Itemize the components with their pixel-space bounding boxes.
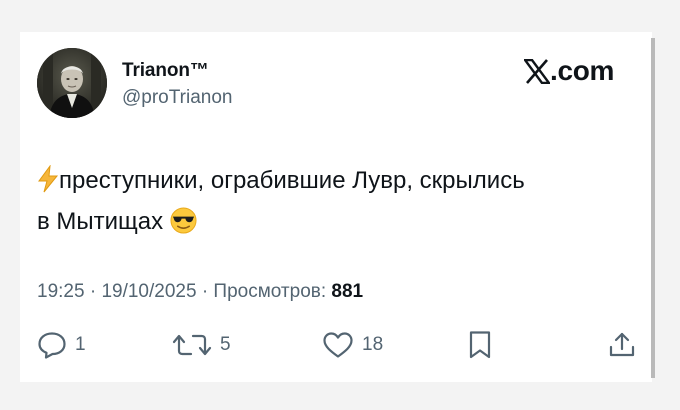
author-handle[interactable]: @proTrianon <box>122 87 232 109</box>
share-icon <box>609 332 635 357</box>
views-label: Просмотров: <box>213 281 327 302</box>
source-domain: .com <box>550 55 615 86</box>
scrollbar[interactable] <box>651 38 655 378</box>
source-logo[interactable]: .com <box>524 56 614 86</box>
tweet-text: преступники, ограбившие Лувр, скрылись в… <box>37 163 637 245</box>
heart-icon <box>323 332 353 358</box>
tweet-meta: 19:25 · 19/10/2025 · Просмотров: 881 <box>37 281 363 303</box>
tweet-date[interactable]: 19/10/2025 <box>101 281 196 302</box>
bookmark-button[interactable] <box>467 331 493 359</box>
share-button[interactable] <box>608 331 636 359</box>
author-name[interactable]: Trianon™ <box>122 60 209 82</box>
avatar-image <box>37 48 107 118</box>
tweet-time[interactable]: 19:25 <box>37 281 85 302</box>
lightning-emoji <box>37 164 59 204</box>
bookmark-icon <box>469 331 491 359</box>
like-button[interactable]: 18 <box>322 331 383 359</box>
x-logo-icon <box>524 58 550 84</box>
reply-button[interactable]: 1 <box>37 331 86 359</box>
meta-separator: · <box>201 281 209 302</box>
avatar[interactable] <box>37 48 107 118</box>
meta-separator: · <box>89 281 97 302</box>
reply-count: 1 <box>75 334 86 355</box>
views-count: 881 <box>331 281 364 302</box>
like-count: 18 <box>362 334 384 355</box>
repost-button[interactable]: 5 <box>172 331 231 359</box>
reply-icon <box>38 332 66 359</box>
sunglasses-emoji <box>170 207 197 245</box>
repost-count: 5 <box>220 334 231 355</box>
tweet-text-line1: преступники, ограбившие Лувр, скрылись <box>59 167 525 194</box>
tweet-text-line2: в Мытищах <box>37 208 164 235</box>
repost-icon <box>172 334 212 356</box>
